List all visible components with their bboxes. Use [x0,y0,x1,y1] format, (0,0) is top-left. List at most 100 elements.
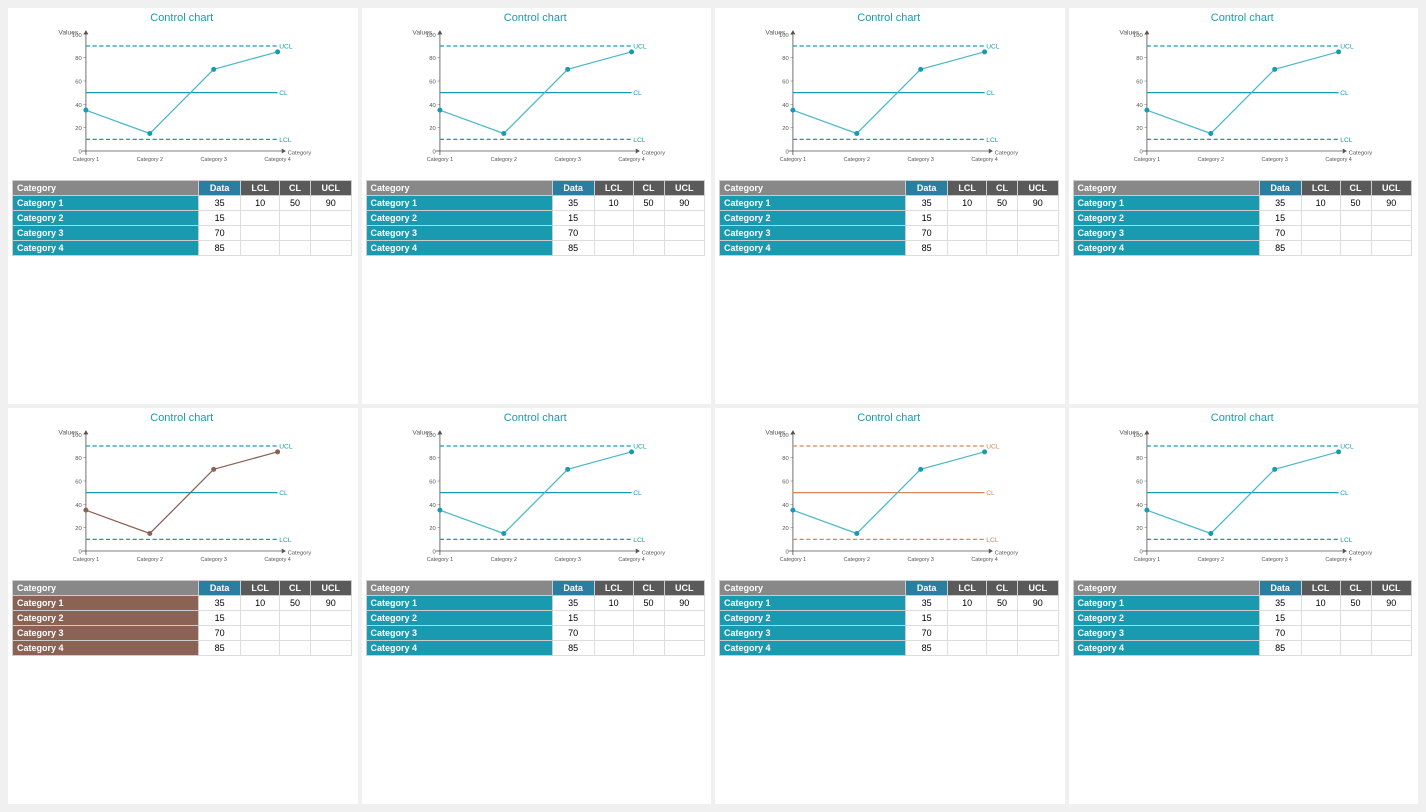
value-cell [1340,641,1371,656]
svg-text:Category: Category [995,150,1019,156]
value-cell: 70 [199,226,241,241]
value-cell [1018,641,1059,656]
svg-text:Category 2: Category 2 [137,157,163,163]
svg-text:40: 40 [1136,103,1143,109]
table-row: Category 215 [366,211,705,226]
svg-text:LCL: LCL [986,137,999,144]
th-lcl: LCL [948,581,987,596]
value-cell: 10 [1301,196,1340,211]
svg-text:Category 3: Category 3 [907,157,933,163]
value-cell [987,226,1018,241]
svg-text:Category 3: Category 3 [554,157,580,163]
category-cell: Category 4 [1073,641,1259,656]
th-lcl: LCL [948,181,987,196]
th-cl: CL [633,181,664,196]
value-cell: 90 [1371,196,1412,211]
table-area: CategoryDataLCLCLUCLCategory 135105090Ca… [719,580,1059,656]
value-cell [948,626,987,641]
th-data: Data [199,581,241,596]
svg-text:80: 80 [782,56,789,62]
svg-text:UCL: UCL [633,44,647,51]
category-cell: Category 1 [13,596,199,611]
category-cell: Category 3 [720,226,906,241]
table-row: Category 215 [366,611,705,626]
value-cell: 50 [1340,196,1371,211]
chart-block-1: Control chartValuesCategory020406080100U… [362,8,712,404]
th-category: Category [13,581,199,596]
chart-title: Control chart [719,412,1059,424]
value-cell [987,626,1018,641]
value-cell [987,611,1018,626]
svg-text:Category 2: Category 2 [490,157,516,163]
svg-text:LCL: LCL [986,537,999,544]
category-cell: Category 3 [366,626,552,641]
chart-svg: ValuesCategory020406080100UCLCLLCLCatego… [719,426,1059,576]
chart-block-5: Control chartValuesCategory020406080100U… [362,408,712,804]
category-cell: Category 2 [366,611,552,626]
value-cell [594,241,633,256]
value-cell: 90 [1018,596,1059,611]
th-data: Data [552,581,594,596]
value-cell [1371,641,1412,656]
th-data: Data [906,581,948,596]
chart-svg: ValuesCategory020406080100UCLCLLCLCatego… [719,26,1059,176]
th-category: Category [720,581,906,596]
svg-text:Category 3: Category 3 [907,557,933,563]
svg-text:CL: CL [986,490,995,497]
category-cell: Category 2 [1073,211,1259,226]
value-cell: 10 [948,196,987,211]
value-cell: 15 [1259,211,1301,226]
svg-text:40: 40 [1136,503,1143,509]
value-cell: 35 [199,596,241,611]
th-cl: CL [633,581,664,596]
value-cell [1018,211,1059,226]
svg-text:80: 80 [429,456,436,462]
table-row: Category 370 [720,626,1059,641]
value-cell [633,611,664,626]
value-cell: 90 [1018,196,1059,211]
value-cell [1340,211,1371,226]
category-cell: Category 4 [720,641,906,656]
svg-text:80: 80 [1136,56,1143,62]
chart-block-6: Control chartValuesCategory020406080100U… [715,408,1065,804]
value-cell [633,626,664,641]
svg-text:Category 2: Category 2 [137,557,163,563]
th-lcl: LCL [241,181,280,196]
svg-text:UCL: UCL [1340,444,1354,451]
svg-text:0: 0 [786,150,790,156]
value-cell: 35 [552,596,594,611]
value-cell [311,611,352,626]
value-cell [664,641,705,656]
table-row: Category 135105090 [720,196,1059,211]
svg-text:Category 4: Category 4 [971,157,997,163]
svg-text:80: 80 [429,56,436,62]
table-row: Category 215 [1073,611,1412,626]
svg-text:CL: CL [986,90,995,97]
svg-text:CL: CL [1340,490,1349,497]
table-area: CategoryDataLCLCLUCLCategory 135105090Ca… [366,580,706,656]
th-ucl: UCL [1018,581,1059,596]
value-cell: 35 [199,196,241,211]
value-cell: 85 [199,641,241,656]
value-cell [987,241,1018,256]
value-cell [664,226,705,241]
value-cell: 70 [906,626,948,641]
category-cell: Category 3 [13,626,199,641]
category-cell: Category 2 [13,611,199,626]
svg-text:100: 100 [426,33,436,39]
value-cell: 35 [906,196,948,211]
table-row: Category 485 [13,641,352,656]
th-ucl: UCL [664,581,705,596]
svg-text:Category: Category [641,150,665,156]
svg-text:40: 40 [75,103,82,109]
chart-svg: ValuesCategory020406080100UCLCLLCLCatego… [12,26,352,176]
value-cell [664,211,705,226]
value-cell: 85 [1259,241,1301,256]
chart-block-2: Control chartValuesCategory020406080100U… [715,8,1065,404]
table-row: Category 215 [720,611,1059,626]
chart-title: Control chart [12,12,352,24]
svg-text:20: 20 [75,526,82,532]
value-cell: 50 [633,196,664,211]
value-cell: 70 [1259,226,1301,241]
table-row: Category 135105090 [1073,196,1412,211]
